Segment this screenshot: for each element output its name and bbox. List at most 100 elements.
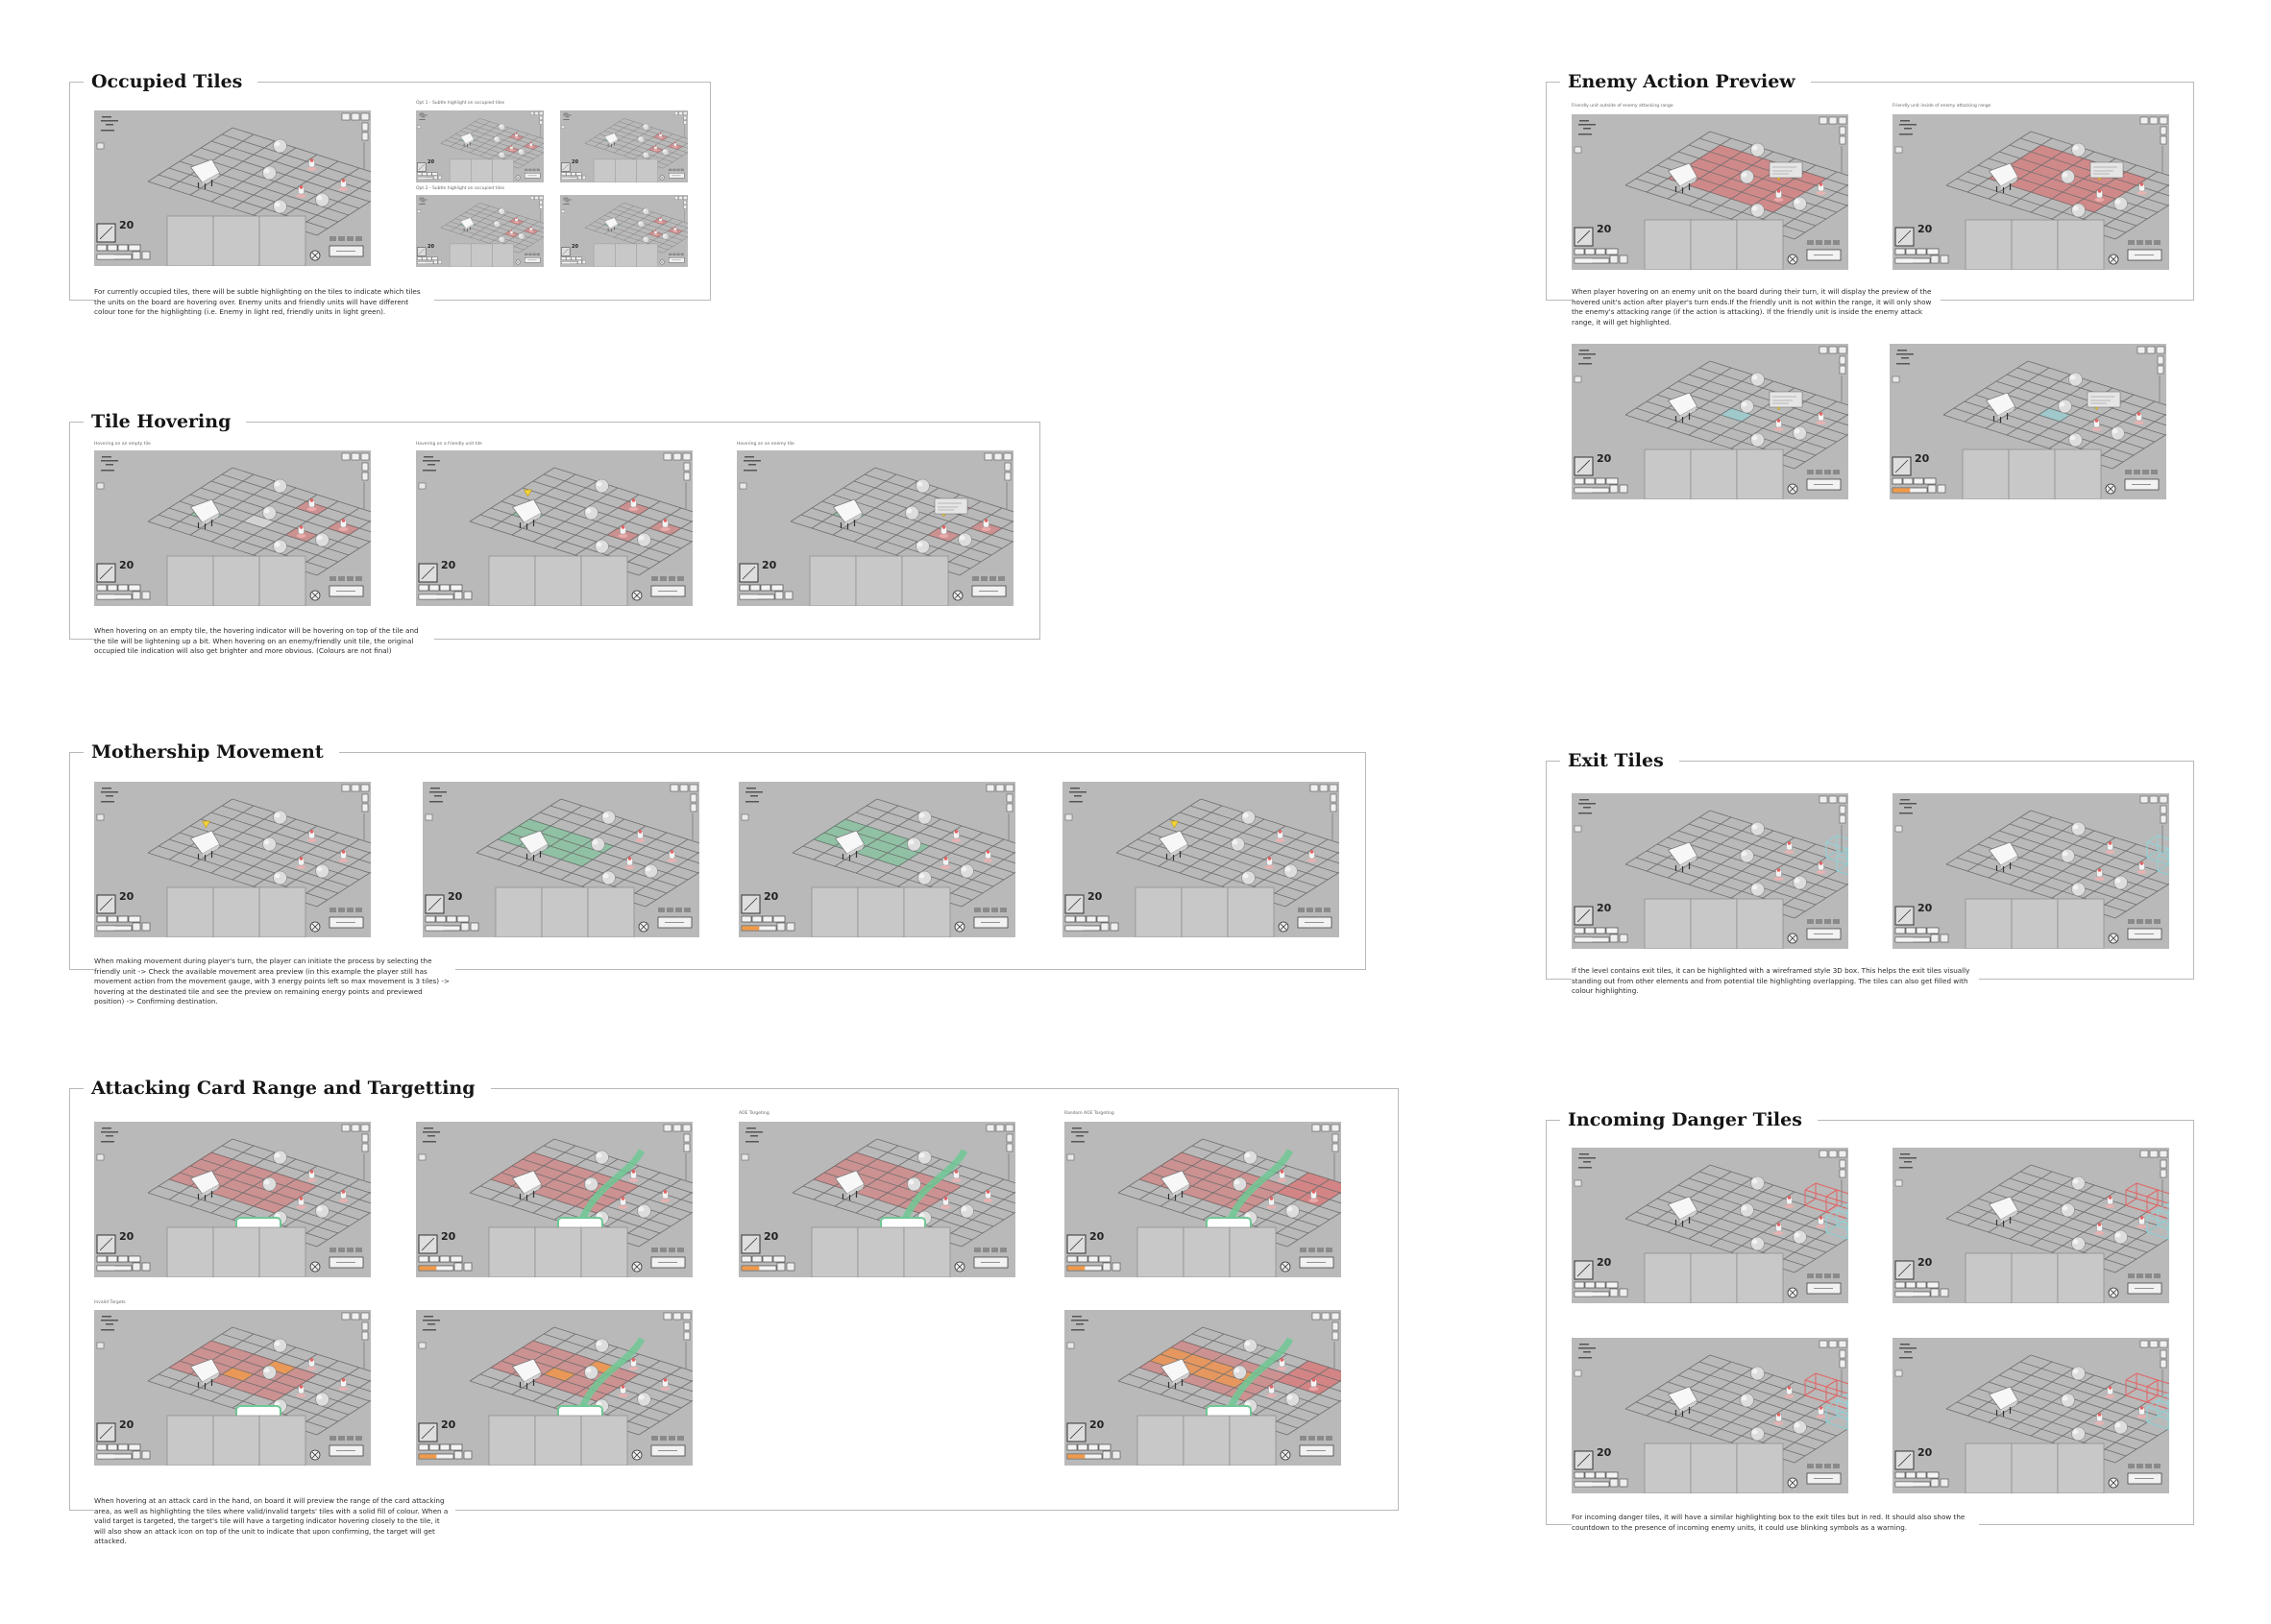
rock-icon [595, 1150, 609, 1165]
map-button [1894, 825, 1903, 833]
energy-bar [418, 584, 463, 592]
card-hand [1965, 898, 2105, 949]
rock-icon [2071, 142, 2086, 158]
game-screenshot: 20 [416, 1310, 693, 1466]
game-screenshot: 20 [1572, 793, 1848, 949]
energy-bar [418, 1255, 463, 1263]
energy-count: 20 [1597, 223, 1612, 235]
game-board-svg [1572, 1338, 1848, 1493]
game-board-svg [94, 110, 371, 266]
close-icon [2108, 1287, 2119, 1298]
energy-bar [96, 584, 141, 592]
card-hand [1644, 898, 1784, 949]
map-button [1066, 1342, 1075, 1349]
card-hand [449, 158, 514, 182]
game-board-svg [416, 1122, 693, 1277]
energy-bar [1066, 1255, 1111, 1263]
rock-icon [637, 1392, 651, 1407]
energy-count: 20 [119, 559, 134, 571]
map-button [561, 125, 565, 129]
close-icon [1787, 1477, 1798, 1489]
rock-icon [960, 863, 974, 879]
top-right-buttons [1311, 1124, 1340, 1132]
game-screenshot: 20 [1064, 1122, 1341, 1277]
map-button [739, 482, 747, 490]
rock-icon [262, 836, 277, 852]
rock-icon [273, 138, 287, 154]
rock-icon [1793, 1229, 1807, 1245]
game-board-svg [94, 1310, 371, 1466]
game-screenshot: 20 [94, 110, 371, 266]
rock-icon [1750, 1176, 1765, 1191]
game-screenshot: 20 [739, 1122, 1015, 1277]
game-screenshot: 20 [416, 1122, 693, 1277]
energy-count: 20 [1917, 223, 1933, 235]
energy-count: 20 [572, 244, 578, 250]
rock-icon [642, 235, 649, 243]
rock-icon [273, 1150, 287, 1165]
rock-icon [917, 870, 932, 885]
energy-count: 20 [119, 1418, 134, 1431]
game-board-svg [1572, 344, 1848, 499]
rock-icon [637, 135, 645, 143]
section-title: Mothership Movement [84, 740, 339, 764]
energy-bar [96, 1443, 141, 1451]
energy-count: 20 [1087, 890, 1103, 903]
rock-icon [1285, 1203, 1300, 1219]
game-board-svg [1892, 793, 2169, 949]
card-hand [1136, 1226, 1277, 1277]
rock-icon [595, 539, 609, 554]
rock-icon [1233, 1176, 1247, 1192]
game-screenshot: 20 [1892, 793, 2169, 949]
game-board-svg [1062, 782, 1339, 937]
map-button [561, 209, 565, 213]
game-board-svg [1892, 114, 2169, 270]
card-hand [488, 555, 628, 606]
energy-count: 20 [1089, 1230, 1105, 1243]
game-board-svg [1572, 114, 1848, 270]
energy-bar [1574, 1471, 1619, 1479]
rock-icon [1750, 142, 1765, 158]
rock-icon [2058, 399, 2072, 414]
section-title: Occupied Tiles [84, 70, 258, 93]
rock-icon [273, 810, 287, 825]
energy-count: 20 [119, 219, 134, 231]
rock-icon [644, 863, 658, 879]
game-screenshot-small: 20 [560, 195, 688, 267]
energy-bar [417, 256, 438, 260]
rock-icon [1740, 1393, 1754, 1408]
energy-bar [741, 1255, 786, 1263]
close-icon [515, 175, 521, 181]
section-description: When making movement during player's tur… [94, 955, 455, 1010]
game-board-svg [560, 195, 688, 267]
energy-count: 20 [448, 890, 463, 903]
rock-icon [1750, 882, 1765, 897]
game-board-svg [416, 195, 544, 267]
caption: Hovering on a friendly unit tile [416, 442, 482, 447]
energy-bar [1894, 927, 1940, 934]
energy-count: 20 [427, 159, 434, 165]
energy-count: 20 [764, 1230, 779, 1243]
map-button [741, 813, 749, 821]
game-board-svg [1892, 1338, 2169, 1493]
close-icon [1787, 483, 1798, 495]
top-right-buttons [670, 784, 698, 792]
rock-icon [498, 151, 505, 158]
card-hand [166, 1226, 306, 1277]
tooltip-panel [2089, 161, 2124, 179]
energy-count: 20 [441, 559, 456, 571]
top-right-buttons [984, 452, 1013, 461]
map-button [1574, 1369, 1582, 1377]
energy-bar [739, 584, 784, 592]
top-right-buttons [1819, 1150, 1847, 1158]
rock-icon [315, 863, 330, 879]
close-icon [309, 250, 321, 261]
rock-icon [2071, 1236, 2086, 1251]
close-icon [1787, 1287, 1798, 1298]
rock-icon [642, 207, 649, 215]
energy-count: 20 [1917, 1256, 1933, 1269]
card-hand [593, 243, 658, 267]
card-hand [166, 555, 306, 606]
rock-icon [916, 478, 930, 494]
rock-icon [273, 870, 287, 885]
